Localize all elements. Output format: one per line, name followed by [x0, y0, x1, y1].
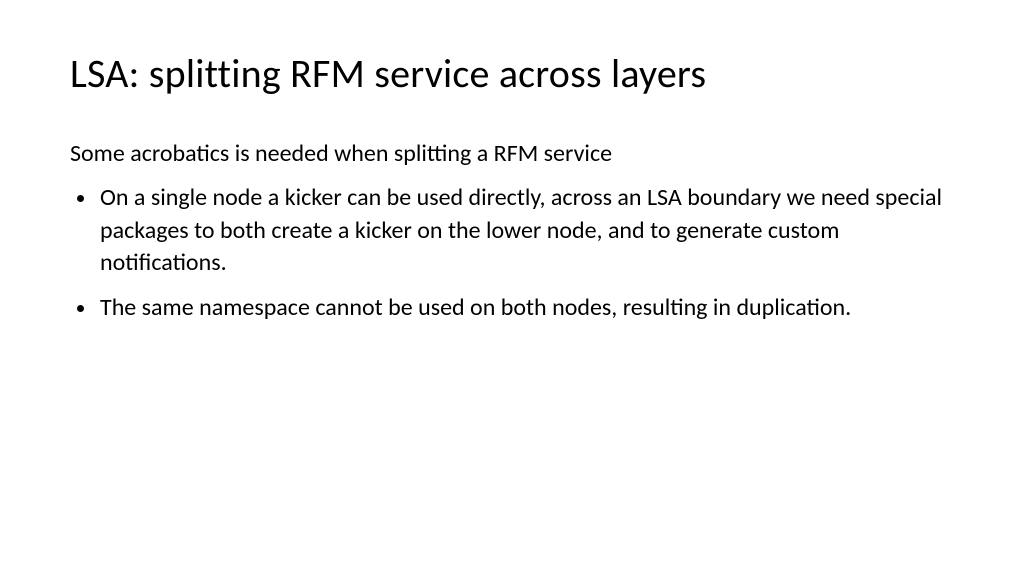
- bullet-list: On a single node a kicker can be used di…: [70, 182, 954, 324]
- list-item: On a single node a kicker can be used di…: [98, 182, 954, 279]
- slide: LSA: splitting RFM service across layers…: [0, 0, 1024, 576]
- list-item: The same namespace cannot be used on bot…: [98, 292, 954, 324]
- slide-title: LSA: splitting RFM service across layers: [70, 50, 954, 98]
- slide-lead: Some acrobatics is needed when splitting…: [70, 138, 954, 170]
